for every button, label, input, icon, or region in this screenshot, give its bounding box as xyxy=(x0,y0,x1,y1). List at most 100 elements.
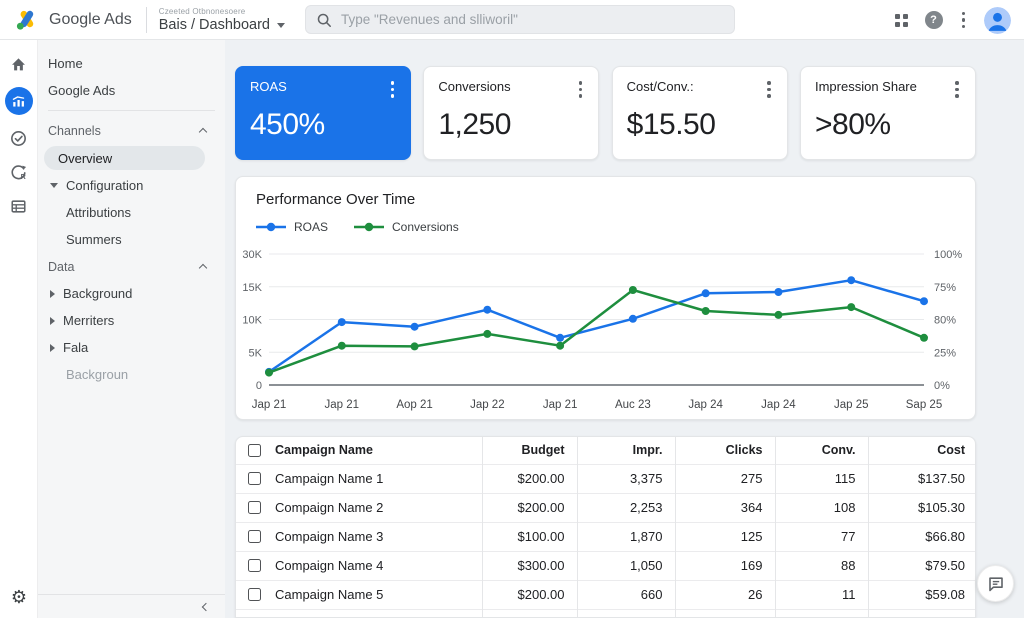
value-cell: 115 xyxy=(775,464,868,493)
kpi-value: >80% xyxy=(815,108,961,142)
value-cell: 88 xyxy=(775,551,868,580)
value-cell: $200.00 xyxy=(482,580,577,609)
sidebar-item-overview[interactable]: Overview xyxy=(44,146,205,170)
svg-text:30K: 30K xyxy=(242,249,262,261)
table-row: Campaign Name 1$200.003,375275115$137.50 xyxy=(236,464,976,493)
value-cell xyxy=(775,609,868,618)
row-checkbox[interactable] xyxy=(248,530,261,543)
triangle-right-icon xyxy=(50,290,55,298)
refresh-r-icon[interactable]: R xyxy=(8,161,30,183)
sidebar-section-data[interactable]: Data xyxy=(38,253,225,280)
select-all-checkbox[interactable] xyxy=(248,444,261,457)
svg-text:0%: 0% xyxy=(934,380,950,392)
breadcrumb[interactable]: Czeeted Otbnonesoere Bais / Dashboard xyxy=(159,7,285,33)
search-bar[interactable] xyxy=(305,5,735,34)
row-checkbox[interactable] xyxy=(248,588,261,601)
kebab-menu-icon[interactable] xyxy=(765,79,773,100)
campaign-name: Campaign Name 1 xyxy=(275,471,383,486)
legend-label: ROAS xyxy=(294,220,328,234)
svg-text:Jap 25: Jap 25 xyxy=(834,399,869,411)
goals-check-icon[interactable] xyxy=(8,127,30,149)
svg-text:Auc 23: Auc 23 xyxy=(615,399,651,411)
sidebar-item-attributions[interactable]: Attributions xyxy=(38,199,225,226)
more-options-icon[interactable] xyxy=(960,10,968,31)
row-checkbox[interactable] xyxy=(248,501,261,514)
table-row: Compaign Name 2$200.002,253364108$105.30 xyxy=(236,493,976,522)
sidebar-collapse[interactable] xyxy=(38,594,225,618)
brand-name: Google Ads xyxy=(49,11,132,29)
svg-text:Jap 21: Jap 21 xyxy=(252,399,287,411)
gear-icon[interactable]: ⚙ xyxy=(0,587,38,608)
apps-grid-icon[interactable] xyxy=(895,14,908,27)
chat-button[interactable] xyxy=(977,565,1014,602)
campaign-name-cell: Compaign Name 3 xyxy=(236,522,482,551)
column-header-cost: Cost xyxy=(868,437,976,464)
value-cell: $59.08 xyxy=(868,580,976,609)
kpi-card-header: ROAS xyxy=(250,79,396,100)
performance-chart-card: Performance Over Time ROASConversions 00… xyxy=(235,176,976,420)
avatar[interactable] xyxy=(984,7,1011,34)
help-icon[interactable]: ? xyxy=(925,11,943,29)
svg-text:5K: 5K xyxy=(249,347,263,359)
legend-item-roas[interactable]: ROAS xyxy=(256,220,328,234)
sidebar-item-label: Merriters xyxy=(63,313,114,328)
sidebar-item-merriters[interactable]: Merriters xyxy=(38,307,225,334)
kebab-menu-icon[interactable] xyxy=(389,79,397,100)
campaign-name-cell: Campaign Name 5 xyxy=(236,580,482,609)
sidebar-divider xyxy=(48,110,215,111)
kpi-title: Cost/Conv.: xyxy=(627,79,694,94)
column-header-budget: Budget xyxy=(482,437,577,464)
kpi-value: 450% xyxy=(250,108,396,142)
sidebar-list: HomeGoogle Ads Channels Overview Configurat… xyxy=(38,50,225,388)
triangle-down-icon xyxy=(50,183,58,188)
campaign-name-cell: Compaign Name 4 xyxy=(236,551,482,580)
column-header-clicks: Clicks xyxy=(675,437,775,464)
svg-text:Aop 21: Aop 21 xyxy=(396,399,432,411)
campaign-name-cell: Campaign Name 1 xyxy=(236,464,482,493)
sidebar-item-label: Backgroun xyxy=(66,367,128,382)
chevron-up-icon xyxy=(199,128,207,136)
table-row: Compaign Name 3$100.001,87012577$66.80 xyxy=(236,522,976,551)
kpi-card-header: Cost/Conv.: xyxy=(627,79,773,100)
sidebar-item-backgroun[interactable]: Backgroun xyxy=(38,361,225,388)
sidebar-item-summers[interactable]: Summers xyxy=(38,226,225,253)
campaign-table-card: Campaign NameBudgetImpr.ClicksConv.CostC… xyxy=(235,436,976,618)
legend-item-conversions[interactable]: Conversions xyxy=(354,220,459,234)
kpi-title: Impression Share xyxy=(815,79,917,94)
search-input[interactable] xyxy=(341,12,724,27)
sidebar-item-background[interactable]: Background xyxy=(38,280,225,307)
row-checkbox[interactable] xyxy=(248,559,261,572)
svg-text:Sap 25: Sap 25 xyxy=(906,399,942,411)
sidebar-item-label: Attributions xyxy=(66,205,131,220)
performance-line-chart: 00%5K25%10K80%15K75%30K100%Jap 21Jap 21A… xyxy=(236,238,977,416)
avatar-person-icon xyxy=(984,7,1011,34)
sidebar-section-channels[interactable]: Channels xyxy=(38,117,225,144)
campaigns-icon-selected[interactable] xyxy=(5,87,33,115)
kpi-card-cost-conv: Cost/Conv.:$15.50 xyxy=(612,66,788,160)
sidebar-item-home[interactable]: Home xyxy=(38,50,225,77)
triangle-right-icon xyxy=(50,317,55,325)
sidebar-item-google-ads[interactable]: Google Ads xyxy=(38,77,225,104)
row-checkbox[interactable] xyxy=(248,472,261,485)
account-label: Czeeted Otbnonesoere xyxy=(159,7,285,17)
value-cell: $66.80 xyxy=(868,522,976,551)
sidebar: HomeGoogle Ads Channels Overview Configurat… xyxy=(38,40,225,618)
sidebar-item-label: Overview xyxy=(58,151,112,166)
sidebar-item-label: Background xyxy=(63,286,132,301)
breadcrumb-text: Bais / Dashboard xyxy=(159,17,270,33)
value-cell: $79.50 xyxy=(868,551,976,580)
sidebar-item-fala[interactable]: Fala xyxy=(38,334,225,361)
kebab-menu-icon[interactable] xyxy=(953,79,961,100)
sidebar-item-configuration[interactable]: Configuration xyxy=(38,172,225,199)
legend-swatch-icon xyxy=(354,222,384,232)
table-row: Compaign Name 4$300.001,05016988$79.50 xyxy=(236,551,976,580)
home-icon[interactable] xyxy=(8,53,30,75)
chart-title: Performance Over Time xyxy=(256,191,975,208)
kebab-menu-icon[interactable] xyxy=(577,79,585,100)
table-list-icon[interactable] xyxy=(8,195,30,217)
column-header-impr: Impr. xyxy=(577,437,675,464)
value-cell: 2,253 xyxy=(577,493,675,522)
value-cell: $100.00 xyxy=(482,522,577,551)
kpi-title: Conversions xyxy=(438,79,510,94)
column-header-label: Campaign Name xyxy=(275,443,373,457)
